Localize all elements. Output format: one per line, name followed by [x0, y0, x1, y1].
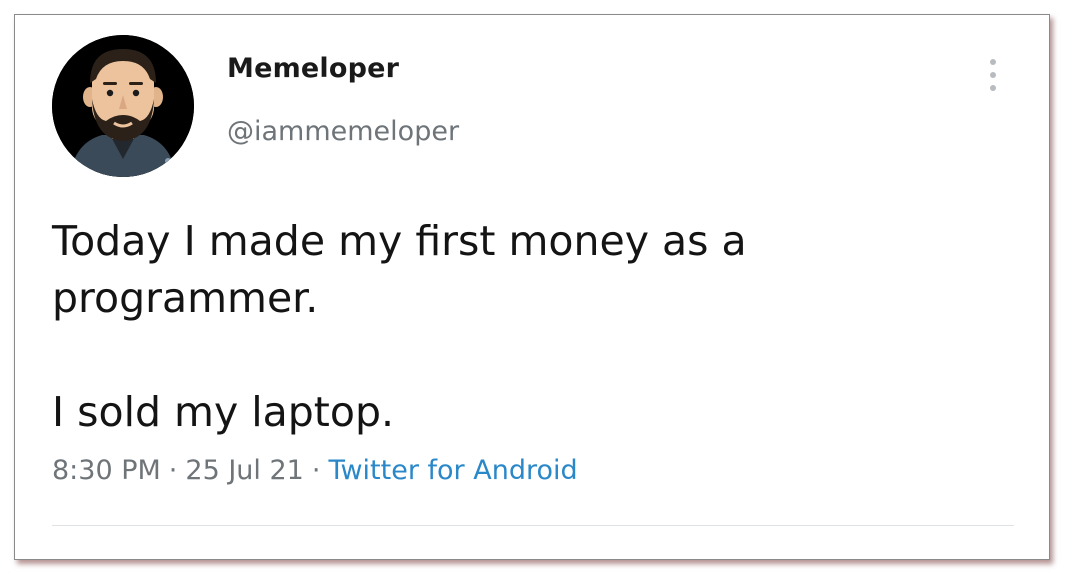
- tweet-date[interactable]: 25 Jul 21: [185, 455, 303, 486]
- meta-separator: ·: [168, 455, 178, 486]
- tweet-time[interactable]: 8:30 PM: [52, 455, 161, 486]
- tweet-text-line: programmer.: [52, 274, 319, 322]
- more-dot: [990, 59, 996, 65]
- screenshot-frame: Memeloper @iammemeloper Today I made my …: [14, 14, 1050, 560]
- tweet-text-line: Today I made my first money as a: [52, 217, 747, 265]
- display-name[interactable]: Memeloper: [227, 53, 399, 84]
- avatar[interactable]: [52, 35, 194, 177]
- avatar-image: [52, 35, 194, 177]
- tweet-text: Today I made my first money as a program…: [52, 213, 952, 441]
- more-options-icon[interactable]: [979, 55, 1007, 95]
- user-handle[interactable]: @iammemeloper: [227, 116, 459, 147]
- more-dot: [990, 72, 996, 78]
- more-dot: [990, 85, 996, 91]
- tweet-text-line: I sold my laptop.: [52, 388, 395, 436]
- tweet-card: Memeloper @iammemeloper Today I made my …: [15, 15, 1049, 559]
- divider: [52, 525, 1014, 526]
- tweet-source-link[interactable]: Twitter for Android: [328, 455, 577, 486]
- tweet-meta: 8:30 PM · 25 Jul 21 · Twitter for Android: [52, 455, 578, 486]
- meta-separator: ·: [311, 455, 321, 486]
